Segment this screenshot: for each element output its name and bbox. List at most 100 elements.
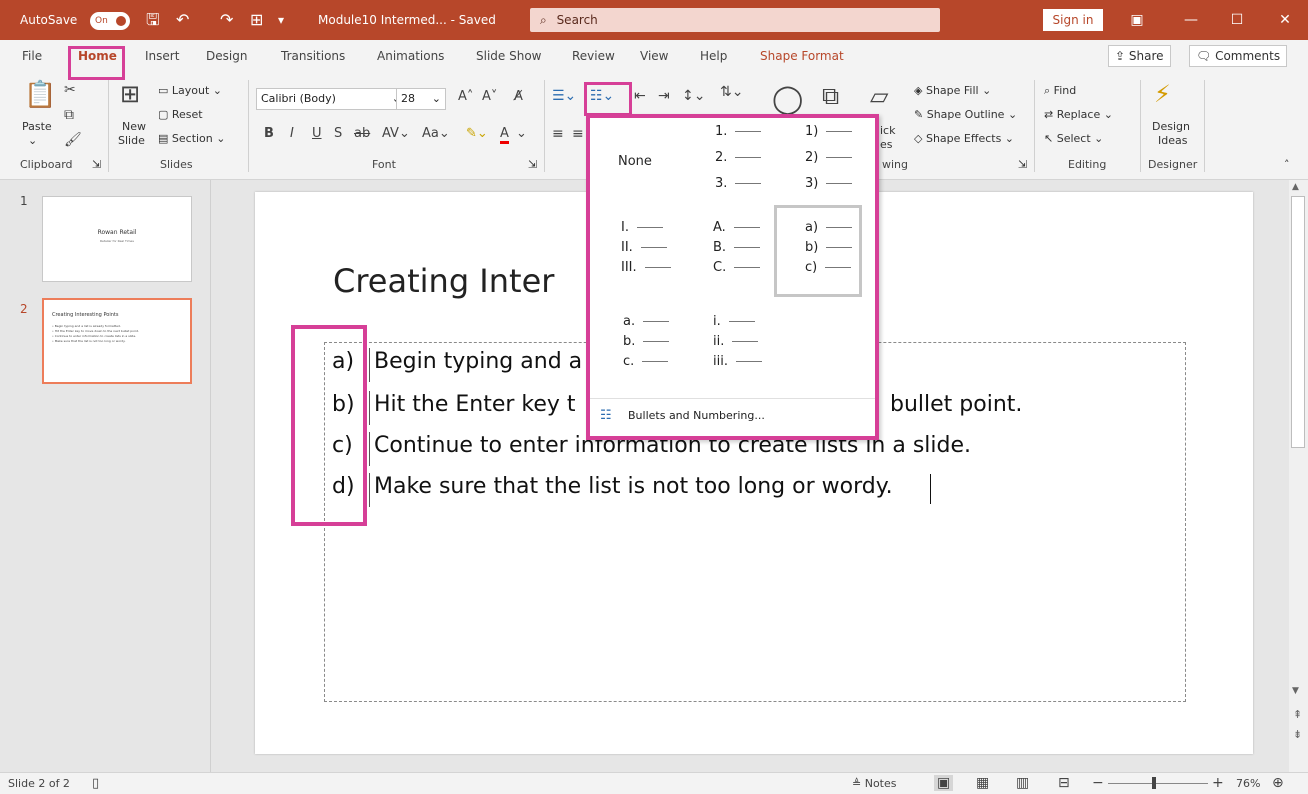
paste-label[interactable]: Paste	[22, 120, 52, 133]
zoom-out-icon[interactable]: −	[1092, 775, 1104, 791]
decrease-font-icon[interactable]: A˅	[482, 89, 497, 104]
numbering-option-alpha-paren[interactable]: a) b) c)	[790, 220, 880, 300]
quick-styles-label-2[interactable]: es	[880, 138, 893, 151]
tab-help[interactable]: Help	[700, 40, 727, 72]
quick-styles-icon[interactable]: ▱	[870, 82, 888, 110]
highlight-icon[interactable]: ✎⌄	[466, 126, 488, 141]
collapse-ribbon-icon[interactable]: ˄	[1284, 158, 1290, 171]
arrange-icon[interactable]: ⧉	[822, 82, 839, 110]
autosave-toggle[interactable]: On	[90, 12, 130, 30]
redo-icon[interactable]: ↷	[220, 0, 233, 40]
font-color-dropdown-icon[interactable]: ⌄	[516, 126, 527, 141]
font-launcher-icon[interactable]: ⇲	[528, 158, 537, 171]
normal-view-icon[interactable]: ▣	[934, 775, 954, 791]
char-spacing-icon[interactable]: AV⌄	[382, 126, 410, 141]
paste-icon[interactable]: 📋	[24, 80, 56, 110]
shape-effects-button[interactable]: ◇ Shape Effects ⌄	[914, 132, 1014, 145]
close-icon[interactable]: ✕	[1262, 0, 1308, 40]
tab-animations[interactable]: Animations	[377, 40, 444, 72]
increase-indent-icon[interactable]: ⇥	[658, 88, 670, 104]
replace-button[interactable]: ⇄ Replace ⌄	[1044, 108, 1113, 121]
shapes-icon[interactable]: ◯	[772, 82, 803, 115]
line-spacing-icon[interactable]: ↕⌄	[682, 88, 705, 104]
slide-thumbnail-2[interactable]: Creating Interesting Points • Begin typi…	[42, 298, 192, 384]
format-painter-icon[interactable]: 🖌	[64, 132, 82, 148]
zoom-slider-handle[interactable]	[1152, 777, 1156, 789]
vertical-scrollbar[interactable]: ▲ ▼ ⇞ ⇟	[1289, 180, 1308, 772]
clear-format-icon[interactable]: A̸	[514, 89, 523, 104]
layout-button[interactable]: ▭ Layout ⌄	[158, 84, 222, 97]
tab-design[interactable]: Design	[206, 40, 247, 72]
find-button[interactable]: ⌕ Find	[1044, 84, 1076, 98]
section-button[interactable]: ▤ Section ⌄	[158, 132, 225, 145]
undo-icon[interactable]: ↶	[176, 0, 189, 40]
numbering-option-number-paren[interactable]: 1) 2) 3)	[790, 124, 880, 204]
font-size-box[interactable]: 28 ⌄	[396, 88, 446, 110]
shape-outline-button[interactable]: ✎ Shape Outline ⌄	[914, 108, 1017, 121]
numbering-option-number-dot[interactable]: 1. 2. 3.	[700, 124, 790, 204]
present-icon[interactable]: ⊞	[250, 0, 263, 40]
align-center-icon[interactable]: ≡	[572, 126, 584, 142]
reading-view-icon[interactable]: ▥	[1016, 775, 1029, 791]
clipboard-launcher-icon[interactable]: ⇲	[92, 158, 101, 171]
design-ideas-label[interactable]: Design	[1152, 120, 1190, 133]
zoom-level[interactable]: 76%	[1236, 777, 1260, 790]
document-title[interactable]: Module10 Intermed... - Saved	[318, 0, 496, 40]
strikethrough-icon[interactable]: ab	[354, 126, 370, 141]
tab-view[interactable]: View	[640, 40, 668, 72]
tab-shape-format[interactable]: Shape Format	[760, 40, 844, 72]
design-ideas-label-2[interactable]: Ideas	[1158, 134, 1187, 147]
tab-slide-show[interactable]: Slide Show	[476, 40, 541, 72]
scroll-down-icon[interactable]: ▼	[1292, 686, 1299, 696]
search-box[interactable]: ⌕ Search	[530, 8, 940, 32]
scroll-up-icon[interactable]: ▲	[1292, 182, 1299, 192]
drawing-launcher-icon[interactable]: ⇲	[1018, 158, 1027, 171]
slide-title[interactable]: Creating Inter	[333, 262, 554, 300]
select-button[interactable]: ↖ Select ⌄	[1044, 132, 1103, 145]
reset-button[interactable]: ▢ Reset	[158, 108, 203, 121]
previous-slide-icon[interactable]: ⇞	[1293, 708, 1302, 721]
paste-dropdown-icon[interactable]: ⌄	[28, 134, 37, 147]
maximize-icon[interactable]: ☐	[1214, 0, 1260, 40]
slide-sorter-icon[interactable]: ▦	[976, 775, 989, 791]
font-color-icon[interactable]: A	[500, 126, 509, 144]
zoom-slider[interactable]	[1108, 783, 1208, 784]
bullets-icon[interactable]: ☰⌄	[552, 88, 576, 104]
save-icon[interactable]: 🖫	[146, 0, 160, 40]
copy-icon[interactable]: ⧉	[64, 107, 74, 123]
font-name-box[interactable]: Calibri (Body)⌄	[256, 88, 406, 110]
new-slide-label[interactable]: New	[122, 120, 146, 133]
shape-fill-button[interactable]: ◈ Shape Fill ⌄	[914, 84, 991, 97]
sign-in-button[interactable]: Sign in	[1043, 9, 1103, 31]
accessibility-icon[interactable]: ▯	[92, 776, 99, 791]
slide-show-icon[interactable]: ⊟	[1058, 775, 1070, 791]
underline-icon[interactable]: U	[312, 126, 322, 141]
tab-file[interactable]: File	[22, 40, 42, 72]
new-slide-label-2[interactable]: Slide	[118, 134, 145, 147]
bold-icon[interactable]: B	[264, 126, 274, 141]
numbering-option-roman-lower[interactable]: i. ii. iii.	[698, 314, 788, 394]
next-slide-icon[interactable]: ⇟	[1293, 728, 1302, 741]
numbering-option-alpha-lower[interactable]: a. b. c.	[608, 314, 698, 394]
numbering-option-none[interactable]: None	[618, 154, 652, 169]
align-left-icon[interactable]: ≡	[552, 126, 564, 142]
tab-transitions[interactable]: Transitions	[281, 40, 345, 72]
tab-insert[interactable]: Insert	[145, 40, 179, 72]
minimize-icon[interactable]: —	[1168, 0, 1214, 40]
ribbon-display-icon[interactable]: ▣	[1114, 0, 1160, 40]
fit-slide-icon[interactable]: ⊕	[1272, 775, 1284, 791]
zoom-in-icon[interactable]: +	[1212, 775, 1224, 791]
share-button[interactable]: ⇪ Share	[1108, 45, 1171, 67]
decrease-indent-icon[interactable]: ⇤	[634, 88, 646, 104]
comments-button[interactable]: 🗨 Comments	[1189, 45, 1288, 67]
slide-thumbnail-1[interactable]: Rowan Retail Retailer for Real Times	[42, 196, 192, 282]
tab-review[interactable]: Review	[572, 40, 615, 72]
design-ideas-icon[interactable]: ⚡	[1154, 80, 1171, 108]
text-direction-icon[interactable]: ⇅⌄	[720, 84, 743, 100]
italic-icon[interactable]: I	[290, 126, 294, 141]
increase-font-icon[interactable]: A˄	[458, 89, 473, 104]
new-slide-icon[interactable]: ⊞	[120, 80, 140, 108]
shadow-icon[interactable]: S	[334, 126, 342, 141]
numbering-option-roman-upper[interactable]: I. II. III.	[606, 220, 696, 300]
quick-styles-label[interactable]: ick	[880, 124, 895, 137]
